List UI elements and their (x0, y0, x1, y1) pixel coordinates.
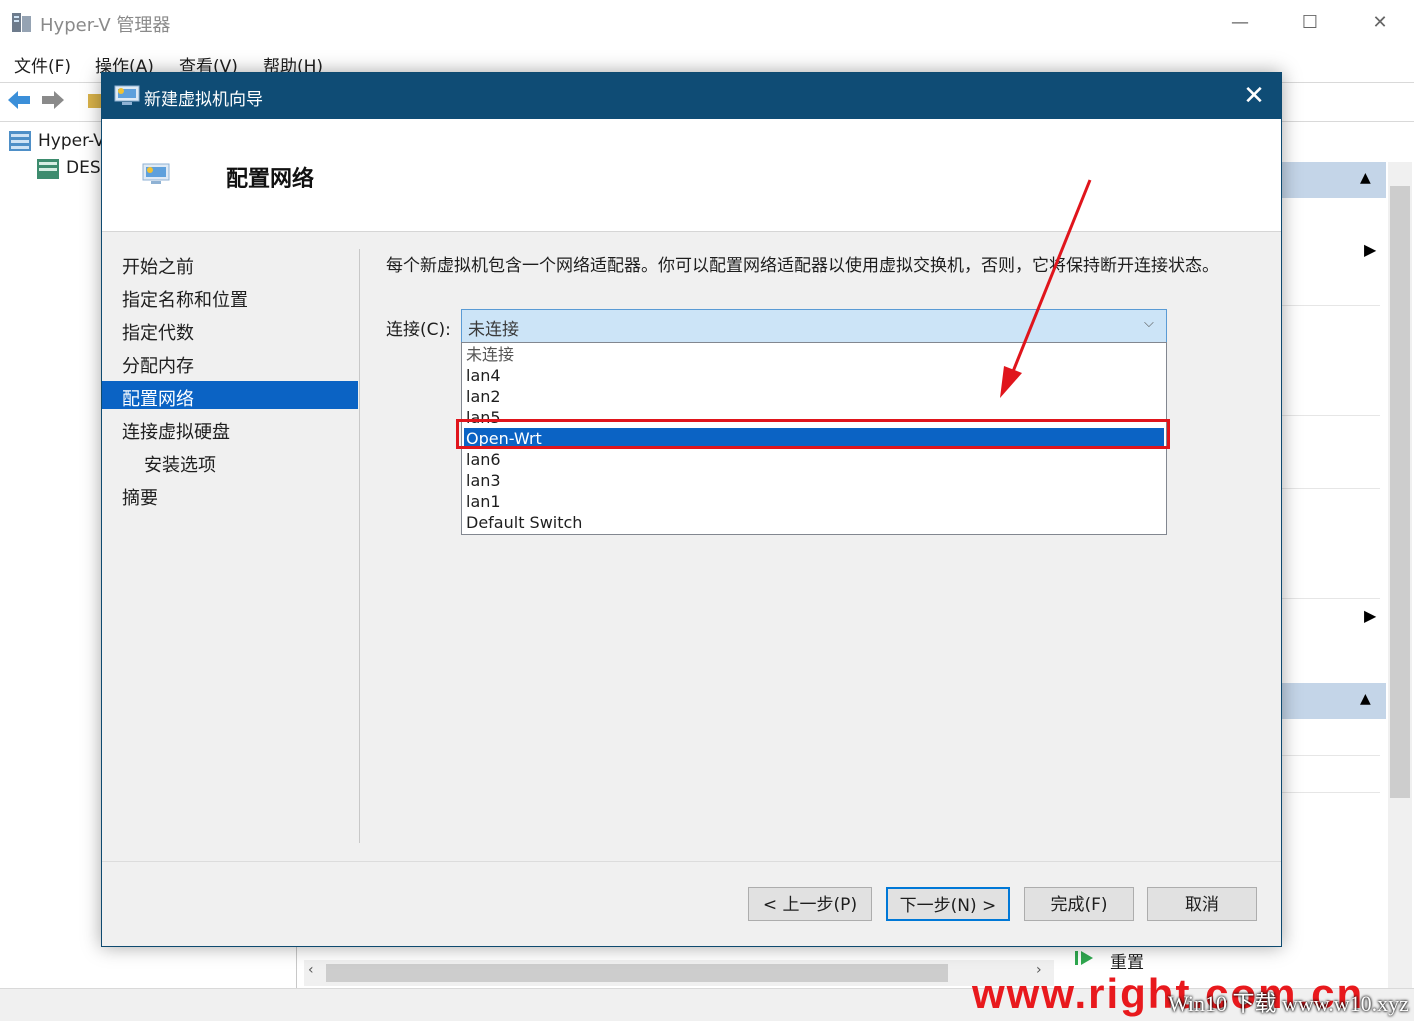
watermark-w10: Win10 下载 www.w10.xyz (1168, 991, 1409, 1016)
annotation-arrow-icon (1000, 179, 1092, 398)
